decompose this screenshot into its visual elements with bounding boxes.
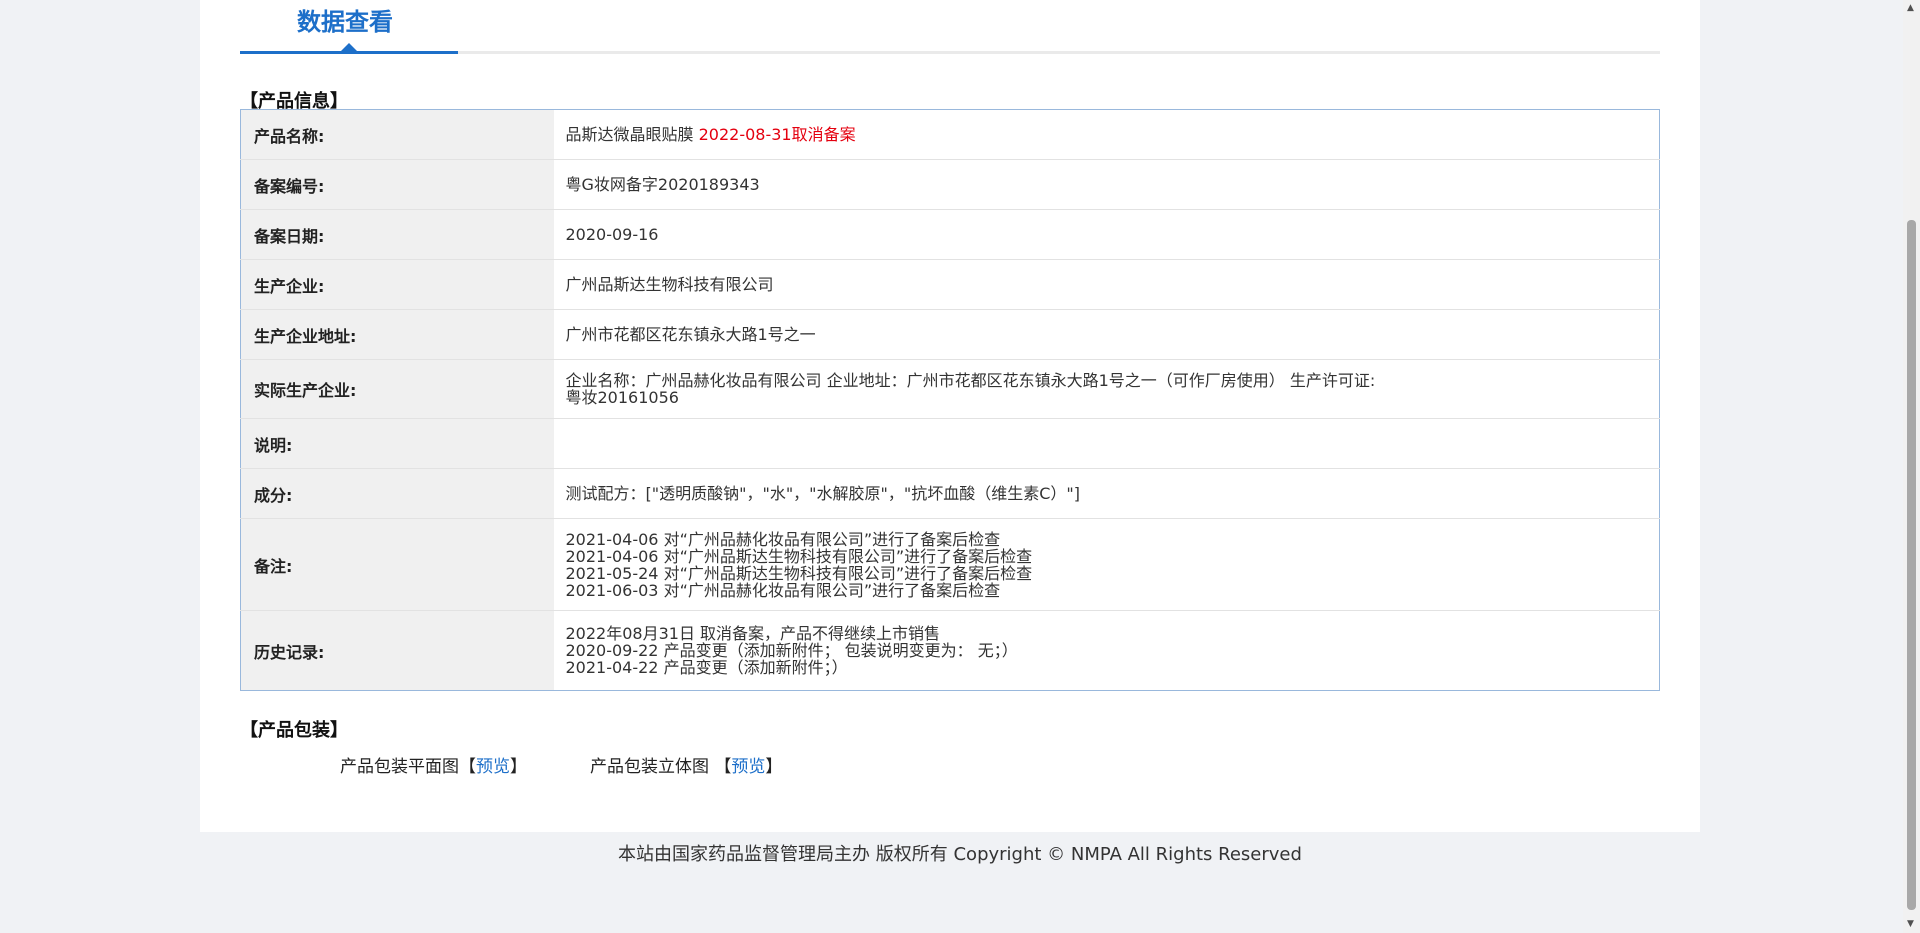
product-info-table: 产品名称: 品斯达微晶眼贴膜 2022-08-31取消备案 备案编号: 粤G妆网… (240, 109, 1660, 691)
remark-entry: 2021-06-03 对“广州品赫化妆品有限公司”进行了备案后检查 (565, 580, 1001, 600)
row-label-filing-number: 备案编号: (240, 159, 554, 210)
table-row: 历史记录: 2022年08月31日 取消备案，产品不得继续上市销售 2020-0… (240, 610, 1660, 691)
history-entry: 2020-09-22 产品变更（添加新附件； 包装说明变更为： 无；） (565, 641, 1018, 660)
page-title: 数据查看 (297, 8, 393, 36)
preview-flat-link[interactable]: 预览 (476, 757, 510, 777)
packaging-flat-item: 产品包装平面图【预览】 (340, 752, 527, 777)
bracket-close: 】 (510, 757, 527, 777)
scroll-down-arrow-icon[interactable]: ▼ (1907, 919, 1914, 929)
table-row: 备案编号: 粤G妆网备字2020189343 (240, 159, 1660, 210)
table-row: 备案日期: 2020-09-16 (240, 209, 1660, 260)
row-value-actual-manufacturer: 企业名称：广州品赫化妆品有限公司 企业地址：广州市花都区花东镇永大路1号之一（可… (553, 359, 1660, 419)
packaging-flat-label: 产品包装平面图 (340, 757, 459, 777)
packaging-section-title: 【产品包装】 (240, 720, 348, 741)
row-label-manufacturer-address: 生产企业地址: (240, 309, 554, 360)
packaging-solid-label: 产品包装立体图 (590, 757, 709, 777)
table-row: 成分: 测试配方：["透明质酸钠"，"水"，"水解胶原"，"抗坏血酸（维生素C）… (240, 468, 1660, 519)
preview-solid-link[interactable]: 预览 (731, 757, 765, 777)
history-entry: 2022年08月31日 取消备案，产品不得继续上市销售 (565, 624, 941, 643)
remark-entry: 2021-05-24 对“广州品斯达生物科技有限公司”进行了备案后检查 (565, 563, 1033, 583)
row-label-manufacturer: 生产企业: (240, 259, 554, 310)
row-label-product-name: 产品名称: (240, 109, 554, 160)
bracket-open: 【 (459, 757, 476, 777)
table-row: 生产企业: 广州品斯达生物科技有限公司 (240, 259, 1660, 310)
header-active-underline (240, 51, 458, 54)
table-row: 备注: 2021-04-06 对“广州品赫化妆品有限公司”进行了备案后检查 20… (240, 518, 1660, 611)
scroll-up-arrow-icon[interactable]: ▲ (1907, 3, 1914, 13)
scrollbar-thumb[interactable] (1907, 220, 1916, 910)
vertical-scrollbar[interactable]: ▲ ▼ (1903, 0, 1920, 933)
table-row: 产品名称: 品斯达微晶眼贴膜 2022-08-31取消备案 (240, 109, 1660, 160)
actual-manufacturer-license: 粤妆20161056 (565, 388, 679, 407)
table-row: 生产企业地址: 广州市花都区花东镇永大路1号之一 (240, 309, 1660, 360)
row-value-product-name: 品斯达微晶眼贴膜 2022-08-31取消备案 (553, 109, 1660, 160)
content-panel: 数据查看 【产品信息】 产品名称: 品斯达微晶眼贴膜 2022-08-31取消备… (200, 0, 1700, 832)
row-label-filing-date: 备案日期: (240, 209, 554, 260)
row-value-manufacturer: 广州品斯达生物科技有限公司 (553, 259, 1660, 310)
packaging-solid-item: 产品包装立体图 【预览】 (590, 752, 782, 777)
row-label-actual-manufacturer: 实际生产企业: (240, 359, 554, 419)
actual-manufacturer-line: 企业名称：广州品赫化妆品有限公司 企业地址：广州市花都区花东镇永大路1号之一（可… (565, 371, 1376, 390)
row-value-manufacturer-address: 广州市花都区花东镇永大路1号之一 (553, 309, 1660, 360)
row-value-filing-date: 2020-09-16 (553, 209, 1660, 260)
row-value-remarks: 2021-04-06 对“广州品赫化妆品有限公司”进行了备案后检查 2021-0… (553, 518, 1660, 611)
row-value-description (553, 418, 1660, 469)
history-entry: 2021-04-22 产品变更（添加新附件；） (565, 658, 848, 677)
table-row: 实际生产企业: 企业名称：广州品赫化妆品有限公司 企业地址：广州市花都区花东镇永… (240, 359, 1660, 419)
row-label-ingredients: 成分: (240, 468, 554, 519)
row-label-remarks: 备注: (240, 518, 554, 611)
row-label-history: 历史记录: (240, 610, 554, 691)
remark-entry: 2021-04-06 对“广州品赫化妆品有限公司”进行了备案后检查 (565, 529, 1001, 549)
page-header: 数据查看 (240, 0, 1660, 56)
row-value-ingredients: 测试配方：["透明质酸钠"，"水"，"水解胶原"，"抗坏血酸（维生素C）"] (553, 468, 1660, 519)
table-row: 说明: (240, 418, 1660, 469)
bracket-open: 【 (714, 757, 732, 777)
caret-up-icon (341, 43, 357, 51)
product-name-value: 品斯达微晶眼贴膜 (565, 125, 694, 144)
row-value-history: 2022年08月31日 取消备案，产品不得继续上市销售 2020-09-22 产… (554, 611, 1660, 691)
cancel-status-badge: 2022-08-31取消备案 (698, 125, 856, 144)
footer-copyright: 本站由国家药品监督管理局主办 版权所有 Copyright © NMPA All… (618, 844, 1302, 865)
remark-entry: 2021-04-06 对“广州品斯达生物科技有限公司”进行了备案后检查 (565, 546, 1033, 566)
row-value-filing-number: 粤G妆网备字2020189343 (553, 159, 1660, 210)
row-label-description: 说明: (240, 418, 554, 469)
bracket-close: 】 (765, 757, 783, 777)
